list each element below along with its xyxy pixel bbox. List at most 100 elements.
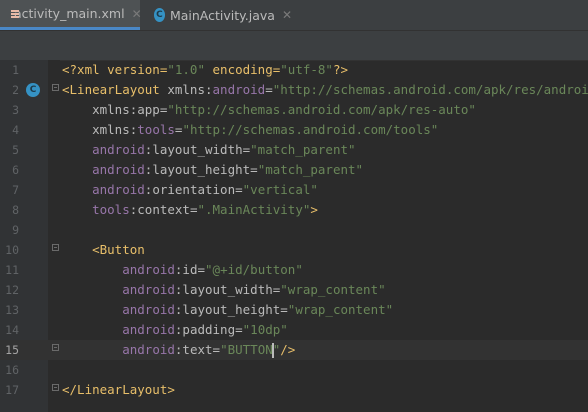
- code-text: android:layout_width="match_parent": [62, 140, 356, 160]
- code-token: <Button: [92, 242, 145, 257]
- line-number: 4: [12, 123, 19, 137]
- code-token: encoding=: [205, 62, 281, 77]
- code-text: android:padding="10dp": [62, 320, 288, 340]
- code-text: android:layout_height="wrap_content": [62, 300, 393, 320]
- code-text: </LinearLayout>: [62, 380, 175, 400]
- line-number: 15: [5, 343, 19, 357]
- code-line[interactable]: 15 android:text="BUTTON"/>: [0, 340, 588, 360]
- line-number: 11: [5, 263, 19, 277]
- code-text: <Button: [62, 240, 145, 260]
- code-text: <LinearLayout xmlns:android="http://sche…: [62, 80, 588, 100]
- code-token: <?xml version=: [62, 62, 168, 77]
- code-token: :padding=: [174, 322, 243, 337]
- tab-activity-main-xml[interactable]: activity_main.xml ✕: [0, 0, 142, 30]
- line-number: 16: [5, 363, 19, 377]
- class-c-icon: C: [154, 8, 165, 22]
- code-token: :layout_width=: [174, 282, 281, 297]
- code-line[interactable]: 1 <?xml version="1.0" encoding="utf-8"?>: [0, 60, 588, 80]
- code-token: :orientation=: [144, 182, 243, 197]
- code-token: "match_parent": [257, 162, 364, 177]
- code-token: :layout_height=: [144, 162, 258, 177]
- code-token: >: [310, 202, 318, 217]
- code-line[interactable]: 6 android:layout_height="match_parent": [0, 160, 588, 180]
- line-number: 9: [12, 223, 19, 237]
- line-number: 1: [12, 63, 19, 77]
- close-icon[interactable]: ✕: [132, 7, 142, 21]
- line-number: 14: [5, 323, 19, 337]
- code-text: android:layout_height="match_parent": [62, 160, 363, 180]
- code-line[interactable]: 10 <Button: [0, 240, 588, 260]
- code-token: android: [212, 82, 266, 97]
- code-text: xmlns:app="http://schemas.android.com/ap…: [62, 100, 476, 120]
- code-token: :text=: [174, 342, 221, 357]
- class-c-icon[interactable]: C: [26, 83, 40, 97]
- code-line[interactable]: 2 <LinearLayout xmlns:android="http://sch…: [0, 80, 588, 100]
- code-line[interactable]: 3 xmlns:app="http://schemas.android.com/…: [0, 100, 588, 120]
- code-line[interactable]: 14 android:padding="10dp": [0, 320, 588, 340]
- code-token: =: [265, 82, 273, 97]
- code-token: android: [92, 162, 145, 177]
- code-line[interactable]: 7 android:orientation="vertical": [0, 180, 588, 200]
- code-text: android:orientation="vertical": [62, 180, 318, 200]
- code-token: "utf-8": [280, 62, 333, 77]
- code-token: "wrap_content": [287, 302, 394, 317]
- code-token: xmlns:: [167, 82, 213, 97]
- code-text: android:id="@+id/button": [62, 260, 303, 280]
- line-number: 12: [5, 283, 19, 297]
- code-line[interactable]: 12 android:layout_width="wrap_content": [0, 280, 588, 300]
- code-token: "http://schemas.android.com/tools": [182, 122, 439, 137]
- code-line[interactable]: 4 xmlns:tools="http://schemas.android.co…: [0, 120, 588, 140]
- code-text: tools:context=".MainActivity">: [62, 200, 318, 220]
- code-line[interactable]: 5 android:layout_width="match_parent": [0, 140, 588, 160]
- code-token: "@+id/button": [205, 262, 303, 277]
- code-token: android: [122, 262, 175, 277]
- code-line[interactable]: 16: [0, 360, 588, 380]
- close-icon[interactable]: ✕: [282, 8, 292, 22]
- code-token: android: [92, 142, 145, 157]
- code-text: android:text="BUTTON"/>: [62, 340, 295, 360]
- fold-icon[interactable]: [52, 244, 59, 251]
- code-token: ?>: [332, 62, 349, 77]
- code-line[interactable]: 13 android:layout_height="wrap_content": [0, 300, 588, 320]
- code-token: "http://schemas.android.com/apk/res-auto…: [167, 102, 476, 117]
- code-line[interactable]: 11 android:id="@+id/button": [0, 260, 588, 280]
- code-token: android: [122, 302, 175, 317]
- code-token: android: [122, 282, 175, 297]
- code-token: :context=: [129, 202, 198, 217]
- code-token: android: [122, 322, 175, 337]
- line-number: 3: [12, 103, 19, 117]
- code-token: "match_parent": [250, 142, 356, 157]
- code-line[interactable]: 17 </LinearLayout>: [0, 380, 588, 400]
- code-text: <?xml version="1.0" encoding="utf-8"?>: [62, 60, 348, 80]
- tab-main-activity-java[interactable]: C MainActivity.java ✕: [152, 0, 292, 30]
- editor-toolbar: [0, 31, 588, 61]
- code-token: />: [280, 342, 296, 357]
- fold-icon[interactable]: [52, 344, 59, 351]
- code-token: :layout_height=: [174, 302, 288, 317]
- code-token: <LinearLayout: [62, 82, 168, 97]
- code-token: ".MainActivity": [197, 202, 311, 217]
- fold-icon[interactable]: [52, 84, 59, 91]
- code-token: "BUTTON: [220, 342, 273, 357]
- line-number: 13: [5, 303, 19, 317]
- code-token: "vertical": [242, 182, 318, 197]
- code-editor[interactable]: 1 <?xml version="1.0" encoding="utf-8"?> 2…: [0, 60, 588, 412]
- code-token: xmlns:: [62, 122, 138, 137]
- code-token: :layout_width=: [144, 142, 251, 157]
- line-number: 6: [12, 163, 19, 177]
- fold-icon[interactable]: [52, 384, 59, 391]
- line-number: 8: [12, 203, 19, 217]
- code-line[interactable]: 9: [0, 220, 588, 240]
- code-token: tools: [92, 202, 130, 217]
- code-token: "wrap_content": [280, 282, 386, 297]
- code-line[interactable]: 8 tools:context=".MainActivity">: [0, 200, 588, 220]
- code-text: xmlns:tools="http://schemas.android.com/…: [62, 120, 438, 140]
